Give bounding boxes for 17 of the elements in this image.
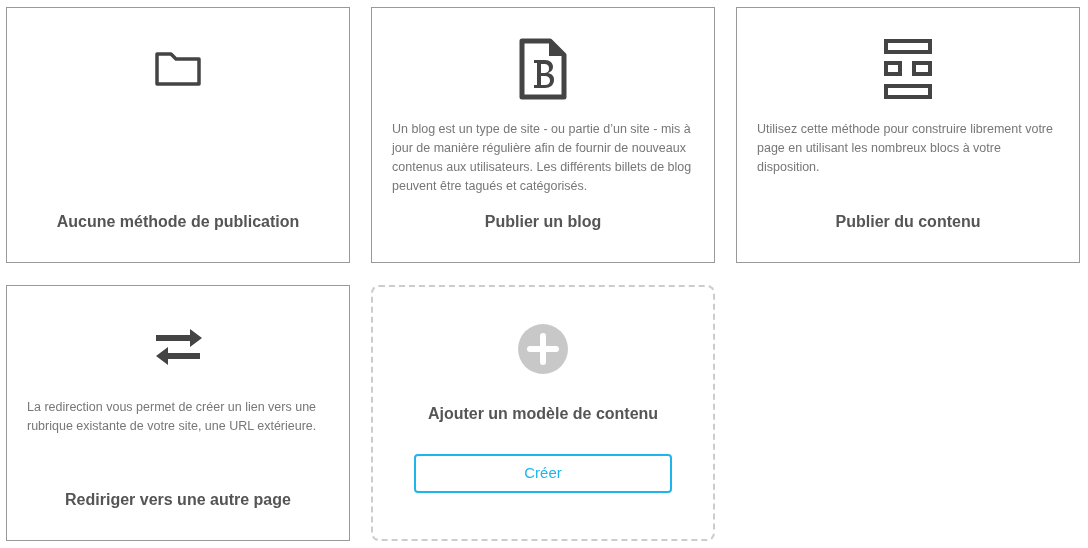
- card-title: Publier du contenu: [835, 212, 981, 232]
- card-description: Utilisez cette méthode pour construire librement votre page en utilisant les nombreux blocs à votre disposition.: [756, 121, 1054, 176]
- card-title: Ajouter un modèle de contenu: [427, 404, 659, 424]
- card-description: Un blog est un type de site - ou partie d’un site - mis à jour de manière régulière afin de fournir de nouveaux contenus aux utilisateurs. Les différents billets de blog peuvent être tagués et catégorisés.: [390, 121, 693, 195]
- option-card[interactable]: Utilisez cette méthode pour construire librement votre page en utilisant les nombreux blocs à votre disposition. Publier du contenu: [736, 7, 1080, 263]
- card-description: La redirection vous permet de créer un lien vers une rubrique existante de votre site, une URL extérieure.: [26, 399, 318, 435]
- card-title: Publier un blog: [484, 212, 602, 232]
- document-icon: [519, 38, 567, 100]
- add-icon: [518, 324, 568, 374]
- card-title: Rediriger vers une autre page: [65, 490, 291, 510]
- option-card[interactable]: La redirection vous permet de créer un lien vers une rubrique existante de votre site, une URL extérieure. Rediriger vers une autre page: [6, 285, 350, 541]
- folder-icon: [154, 51, 202, 87]
- swap-arrows-icon: [154, 328, 202, 366]
- card-title: Aucune méthode de publication: [56, 212, 300, 232]
- option-card[interactable]: Aucune méthode de publication: [6, 7, 350, 263]
- layout-blocks-icon: [884, 39, 932, 99]
- option-card[interactable]: [371, 7, 715, 263]
